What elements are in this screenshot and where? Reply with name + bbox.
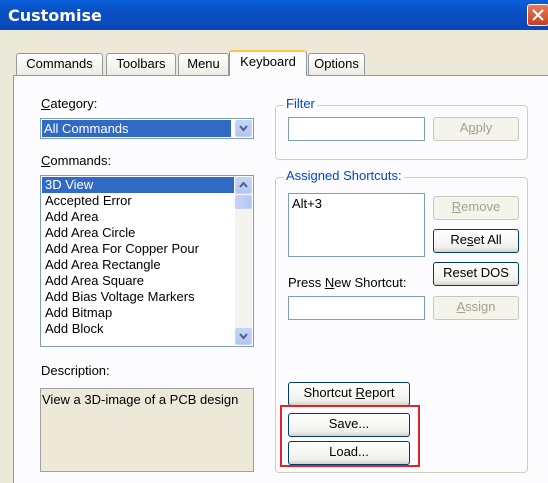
category-value: All Commands [42, 120, 231, 137]
red-highlight-box [280, 405, 420, 467]
category-label: Category: [41, 96, 98, 111]
list-item[interactable]: 3D View [42, 177, 234, 193]
list-item[interactable]: Add Area [45, 209, 99, 225]
assigned-shortcuts-legend: Assigned Shortcuts: [284, 168, 404, 183]
list-item[interactable]: Add Area Circle [45, 225, 135, 241]
title-bar[interactable]: Customise [0, 0, 548, 30]
category-select[interactable]: All Commands [40, 118, 254, 139]
list-item[interactable]: Add Bias Voltage Markers [45, 289, 195, 305]
new-shortcut-input[interactable] [288, 296, 425, 320]
category-dropdown-button[interactable] [235, 120, 252, 137]
filter-legend: Filter [284, 96, 317, 111]
commands-list[interactable]: 3D View Accepted Error Add Area Add Area… [40, 175, 254, 347]
tab-commands[interactable]: Commands [16, 53, 103, 75]
remove-button[interactable]: Remove [433, 196, 519, 220]
commands-scrollbar[interactable] [235, 177, 252, 345]
list-item[interactable]: Add Block [45, 321, 104, 337]
scroll-down-button[interactable] [235, 328, 252, 345]
customise-dialog: Customise Commands Toolbars Menu Keyboar… [0, 0, 548, 483]
description-label: Description: [41, 363, 110, 378]
tab-toolbars[interactable]: Toolbars [106, 53, 176, 75]
apply-button[interactable]: Apply [433, 117, 519, 141]
reset-all-button[interactable]: Reset All [433, 229, 519, 253]
description-text: View a 3D-image of a PCB design [42, 392, 239, 407]
scroll-up-button[interactable] [235, 177, 252, 194]
tab-options[interactable]: Options [308, 53, 365, 75]
scroll-thumb[interactable] [235, 195, 252, 209]
window-title: Customise [8, 6, 102, 25]
chevron-down-icon [239, 333, 248, 340]
description-box: View a 3D-image of a PCB design [40, 388, 254, 472]
list-item[interactable]: Accepted Error [45, 193, 132, 209]
reset-dos-button[interactable]: Reset DOS [433, 262, 519, 286]
close-icon [532, 9, 544, 21]
filter-input[interactable] [288, 117, 425, 141]
assign-button[interactable]: Assign [433, 296, 519, 320]
list-item[interactable]: Add Area For Copper Pour [45, 241, 199, 257]
list-item[interactable]: Add Bitmap [45, 305, 112, 321]
list-item[interactable]: Add Area Rectangle [45, 257, 161, 273]
close-button[interactable] [527, 4, 548, 26]
chevron-up-icon [239, 181, 248, 188]
list-item[interactable]: Alt+3 [292, 196, 322, 212]
tab-menu[interactable]: Menu [178, 53, 229, 75]
press-new-shortcut-label: Press New Shortcut: [288, 275, 407, 290]
commands-label: Commands: [41, 153, 112, 168]
list-item[interactable]: Add Area Square [45, 273, 144, 289]
tab-keyboard[interactable]: Keyboard [229, 50, 307, 76]
assigned-shortcuts-list[interactable]: Alt+3 [288, 193, 425, 257]
shortcut-report-button[interactable]: Shortcut Report [288, 382, 410, 406]
chevron-down-icon [239, 125, 248, 132]
